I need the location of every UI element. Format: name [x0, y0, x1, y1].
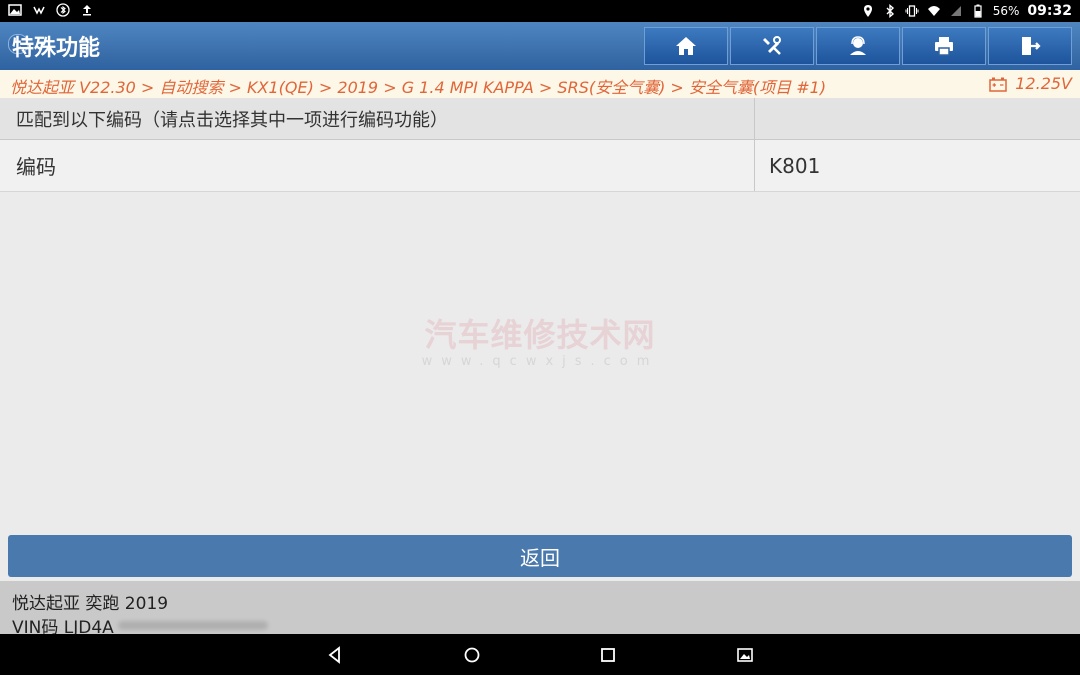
vin-redaction — [118, 621, 268, 630]
usb-debug-icon — [32, 3, 46, 17]
watermark-title: 汽车维修技术网 — [424, 316, 656, 354]
back-button[interactable]: 返回 — [8, 535, 1072, 577]
exit-button[interactable] — [988, 27, 1072, 65]
car-battery-icon — [989, 77, 1007, 92]
print-button[interactable] — [902, 27, 986, 65]
nav-screenshot-button[interactable] — [733, 643, 757, 667]
nav-back-button[interactable] — [323, 643, 347, 667]
location-icon — [861, 4, 875, 18]
circle-home-icon — [464, 647, 480, 663]
table-cell-value[interactable]: K801 — [755, 140, 1080, 191]
home-button[interactable] — [644, 27, 728, 65]
vehicle-model: 悦达起亚 奕跑 2019 — [12, 594, 169, 614]
vehicle-info: 悦达起亚 奕跑 2019 VIN码 LJD4A — [0, 581, 1080, 638]
table-cell-label[interactable]: 编码 — [0, 140, 755, 191]
square-recents-icon — [601, 648, 615, 662]
table-header: 匹配到以下编码（请点击选择其中一项进行编码功能） — [0, 98, 1080, 140]
table-header-right — [755, 98, 1080, 139]
battery-icon — [971, 4, 985, 18]
support-button[interactable] — [816, 27, 900, 65]
watermark: 汽车维修技术网 www.qcwxjs.com — [0, 310, 1080, 369]
table-row[interactable]: 编码 K801 — [0, 140, 1080, 192]
battery-percent: 56% — [992, 4, 1020, 18]
vibrate-icon — [905, 4, 919, 18]
exit-icon — [1022, 37, 1041, 55]
bluetooth-icon — [883, 4, 897, 18]
nav-home-button[interactable] — [460, 643, 484, 667]
support-agent-icon — [850, 36, 866, 55]
wifi-icon — [927, 4, 941, 18]
coding-table: 匹配到以下编码（请点击选择其中一项进行编码功能） 编码 K801 — [0, 98, 1080, 192]
breadcrumb: 悦达起亚 V22.30 > 自动搜索 > KX1(QE) > 2019 > G … — [0, 70, 1080, 98]
printer-icon — [935, 37, 953, 56]
status-bar: 56% 09:32 — [0, 0, 1080, 22]
tools-button[interactable] — [730, 27, 814, 65]
voltage-value: 12.25V — [1015, 74, 1072, 93]
system-nav-bar — [0, 634, 1080, 675]
breadcrumb-path: 悦达起亚 V22.30 > 自动搜索 > KX1(QE) > 2019 > G … — [10, 78, 827, 97]
watermark-url: www.qcwxjs.com — [421, 354, 659, 369]
screenshot-icon — [737, 648, 753, 662]
page-title: 特殊功能 — [12, 36, 101, 61]
bluetooth-circle-icon — [56, 3, 70, 17]
toolbar — [644, 27, 1072, 65]
table-header-left: 匹配到以下编码（请点击选择其中一项进行编码功能） — [0, 98, 755, 139]
image-icon — [8, 3, 22, 17]
signal-icon — [949, 4, 963, 18]
voltage-indicator: 12.25V — [989, 74, 1072, 93]
tools-icon — [763, 36, 781, 55]
back-bar: 返回 — [0, 531, 1080, 581]
home-icon — [676, 37, 696, 55]
nav-recents-button[interactable] — [596, 643, 620, 667]
clock: 09:32 — [1027, 3, 1072, 19]
content-panel: 汽车维修技术网 www.qcwxjs.com — [0, 191, 1080, 532]
app-header: 特殊功能 — [0, 22, 1080, 70]
triangle-back-icon — [328, 646, 340, 664]
upload-icon — [80, 3, 94, 17]
